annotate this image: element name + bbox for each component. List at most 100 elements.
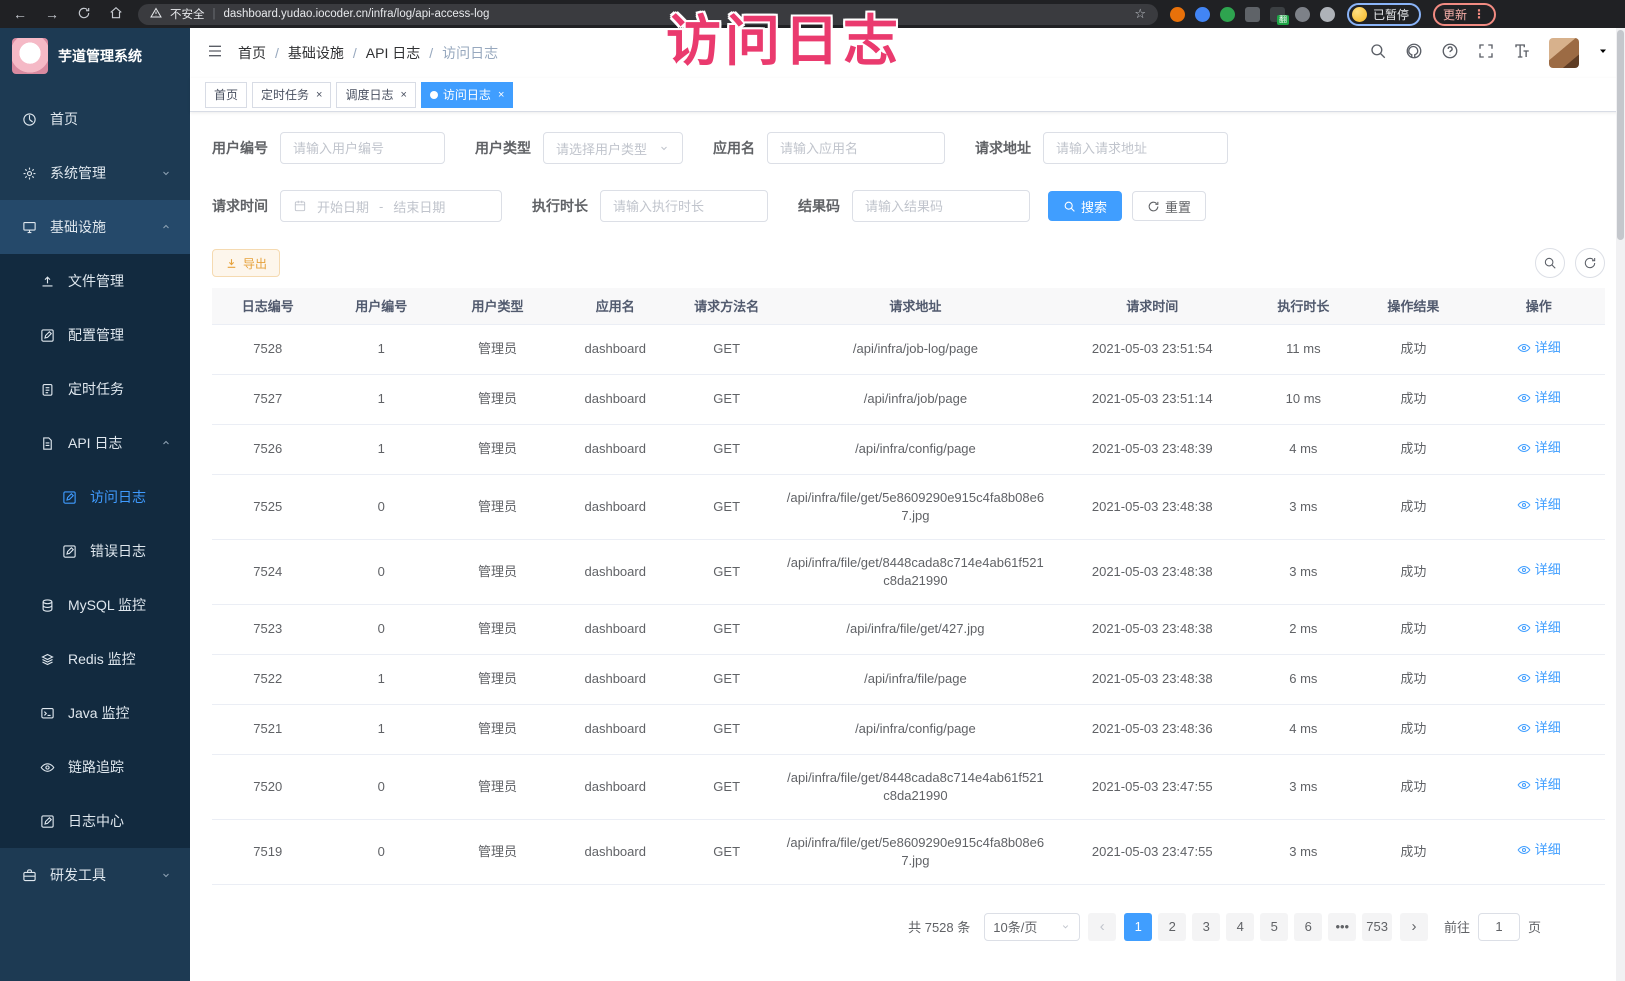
tab-job-log[interactable]: 调度日志× xyxy=(336,82,415,108)
detail-link[interactable]: 详细 xyxy=(1517,776,1561,794)
extension-leaf-icon[interactable] xyxy=(1295,7,1310,22)
app-name-input[interactable] xyxy=(767,132,945,164)
search-button[interactable]: 搜索 xyxy=(1048,191,1122,221)
cell-action: 详细 xyxy=(1473,754,1605,819)
eye-icon xyxy=(1517,391,1531,405)
user-avatar[interactable] xyxy=(1549,38,1579,68)
detail-link[interactable]: 详细 xyxy=(1517,339,1561,357)
sidebar-item-tracer[interactable]: 链路追踪 xyxy=(0,740,190,794)
sidebar-item-infra[interactable]: 基础设施 xyxy=(0,200,190,254)
sidebar-item-error-log[interactable]: 错误日志 xyxy=(0,524,190,578)
cell-id: 7521 xyxy=(212,704,323,754)
filter-result-code: 结果码 xyxy=(798,190,1030,222)
cell-method: GET xyxy=(674,704,778,754)
page-button-753[interactable]: 753 xyxy=(1362,913,1392,941)
docs-help-icon[interactable] xyxy=(1441,42,1459,65)
close-icon[interactable]: × xyxy=(316,89,322,101)
goto-page-input[interactable] xyxy=(1478,913,1520,941)
user-type-select[interactable]: 请选择用户类型 xyxy=(543,132,683,164)
detail-link[interactable]: 详细 xyxy=(1517,561,1561,579)
browser-update-button[interactable]: 更新 ⋮ xyxy=(1433,3,1496,26)
detail-link[interactable]: 详细 xyxy=(1517,841,1561,859)
sidebar-item-api-log[interactable]: API 日志 xyxy=(0,416,190,470)
bookmark-star-icon[interactable]: ☆ xyxy=(1134,6,1146,22)
address-bar[interactable]: 不安全 | dashboard.yudao.iocoder.cn/infra/l… xyxy=(138,4,1158,25)
sidebar-item-mysql[interactable]: MySQL 监控 xyxy=(0,578,190,632)
app-logo-row[interactable]: 芋道管理系统 xyxy=(0,28,190,84)
detail-link[interactable]: 详细 xyxy=(1517,719,1561,737)
profile-chip[interactable]: 已暂停 xyxy=(1347,3,1421,26)
date-range-picker[interactable]: 开始日期 - 结束日期 xyxy=(280,190,502,222)
detail-link[interactable]: 详细 xyxy=(1517,439,1561,457)
duration-input[interactable] xyxy=(600,190,768,222)
page-size-select[interactable]: 10条/页 xyxy=(984,913,1080,941)
export-button[interactable]: 导出 xyxy=(212,249,280,277)
scrollbar-thumb[interactable] xyxy=(1617,30,1624,240)
scrollbar-track[interactable] xyxy=(1616,28,1625,981)
page-button-3[interactable]: 3 xyxy=(1192,913,1220,941)
next-page-button[interactable]: › xyxy=(1400,913,1428,941)
detail-link[interactable]: 详细 xyxy=(1517,669,1561,687)
page-button-1[interactable]: 1 xyxy=(1124,913,1152,941)
page-button-2[interactable]: 2 xyxy=(1158,913,1186,941)
toggle-search-button[interactable] xyxy=(1535,248,1565,278)
result-code-input[interactable] xyxy=(852,190,1030,222)
detail-link[interactable]: 详细 xyxy=(1517,496,1561,514)
request-url-input[interactable] xyxy=(1043,132,1228,164)
page-button-6[interactable]: 6 xyxy=(1294,913,1322,941)
fullscreen-icon[interactable] xyxy=(1477,42,1495,65)
close-icon[interactable]: × xyxy=(498,89,504,101)
cell-url: /api/infra/file/page xyxy=(779,654,1052,704)
extension-orange-icon[interactable] xyxy=(1170,7,1185,22)
refresh-table-button[interactable] xyxy=(1575,248,1605,278)
tab-home[interactable]: 首页 xyxy=(205,82,247,108)
user-id-input[interactable] xyxy=(280,132,445,164)
prev-page-button[interactable]: ‹ xyxy=(1088,913,1116,941)
extension-pinwheel-icon[interactable] xyxy=(1320,7,1335,22)
breadcrumb-item[interactable]: 基础设施 xyxy=(288,43,344,63)
browser-home-button[interactable] xyxy=(106,6,126,23)
tab-access-log[interactable]: 访问日志× xyxy=(421,82,513,108)
browser-back-button[interactable]: ← xyxy=(10,6,30,22)
browser-forward-button[interactable]: → xyxy=(42,6,62,22)
sidebar-item-system[interactable]: 系统管理 xyxy=(0,146,190,200)
eye-icon xyxy=(1517,621,1531,635)
breadcrumb-item[interactable]: 首页 xyxy=(238,43,266,63)
cell-time: 2021-05-03 23:48:38 xyxy=(1052,604,1253,654)
extension-puzzle-icon[interactable] xyxy=(1245,7,1260,22)
sidebar-item-access-log[interactable]: 访问日志 xyxy=(0,470,190,524)
sidebar-item-dev-tools[interactable]: 研发工具 xyxy=(0,848,190,902)
reset-button[interactable]: 重置 xyxy=(1132,191,1206,221)
sidebar-item-job[interactable]: 定时任务 xyxy=(0,362,190,416)
tab-job[interactable]: 定时任务× xyxy=(252,82,331,108)
sidebar-item-redis[interactable]: Redis 监控 xyxy=(0,632,190,686)
extension-shield-icon[interactable] xyxy=(1195,7,1210,22)
sidebar-item-home[interactable]: 首页 xyxy=(0,92,190,146)
cell-user-id: 1 xyxy=(323,324,439,374)
sidebar-item-file[interactable]: 文件管理 xyxy=(0,254,190,308)
sidebar: 芋道管理系统 首页系统管理基础设施文件管理配置管理定时任务API 日志访问日志错… xyxy=(0,28,190,981)
more-pages-button[interactable]: ••• xyxy=(1328,913,1356,941)
sidebar-item-config[interactable]: 配置管理 xyxy=(0,308,190,362)
user-menu-caret-icon[interactable] xyxy=(1597,44,1609,62)
cell-id: 7525 xyxy=(212,474,323,539)
extension-grid-icon[interactable]: 翻 xyxy=(1270,7,1285,22)
search-icon[interactable] xyxy=(1369,42,1387,65)
sidebar-item-java[interactable]: Java 监控 xyxy=(0,686,190,740)
detail-link[interactable]: 详细 xyxy=(1517,619,1561,637)
extension-green-icon[interactable] xyxy=(1220,7,1235,22)
browser-menu-icon[interactable]: ⋮ xyxy=(1473,7,1486,21)
detail-link[interactable]: 详细 xyxy=(1517,389,1561,407)
font-size-icon[interactable] xyxy=(1513,42,1531,65)
sidebar-toggle-icon[interactable] xyxy=(206,43,224,64)
eye-icon xyxy=(1517,341,1531,355)
breadcrumb-item[interactable]: API 日志 xyxy=(366,43,420,63)
close-icon[interactable]: × xyxy=(400,89,406,101)
page-button-4[interactable]: 4 xyxy=(1226,913,1254,941)
browser-reload-button[interactable] xyxy=(74,6,94,23)
github-icon[interactable] xyxy=(1405,42,1423,65)
sidebar-item-log-center[interactable]: 日志中心 xyxy=(0,794,190,848)
download-icon xyxy=(225,257,238,270)
page-button-5[interactable]: 5 xyxy=(1260,913,1288,941)
sidebar-item-label: 首页 xyxy=(50,109,78,129)
